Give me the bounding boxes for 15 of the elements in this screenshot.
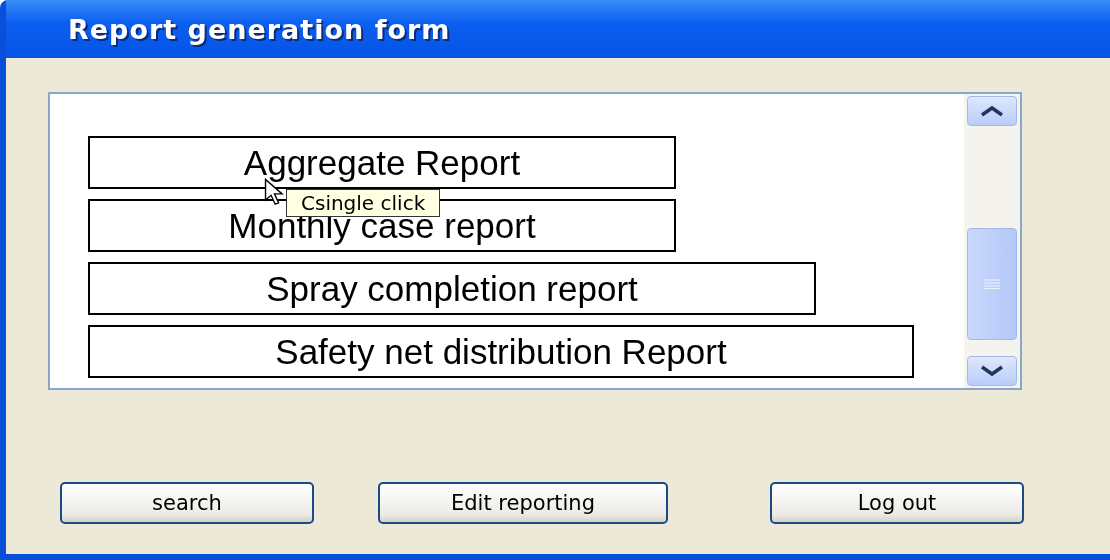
- chevron-down-icon: [980, 365, 1004, 377]
- scroll-up-button[interactable]: [967, 96, 1017, 126]
- report-button[interactable]: Aggregate Report: [88, 136, 676, 189]
- form-button[interactable]: search: [60, 482, 314, 524]
- chevron-up-icon: [980, 105, 1004, 117]
- grip-icon: [984, 279, 1000, 289]
- scrollbar[interactable]: [964, 94, 1020, 388]
- window-title: Report generation form: [68, 13, 451, 45]
- report-button[interactable]: Spray completion report: [88, 262, 816, 315]
- form-button[interactable]: Log out: [770, 482, 1024, 524]
- report-button[interactable]: Safety net distribution Report: [88, 325, 914, 378]
- scroll-thumb[interactable]: [967, 228, 1017, 340]
- form-button[interactable]: Edit reporting: [378, 482, 668, 524]
- tooltip: Csingle click: [286, 189, 441, 217]
- scroll-down-button[interactable]: [967, 356, 1017, 386]
